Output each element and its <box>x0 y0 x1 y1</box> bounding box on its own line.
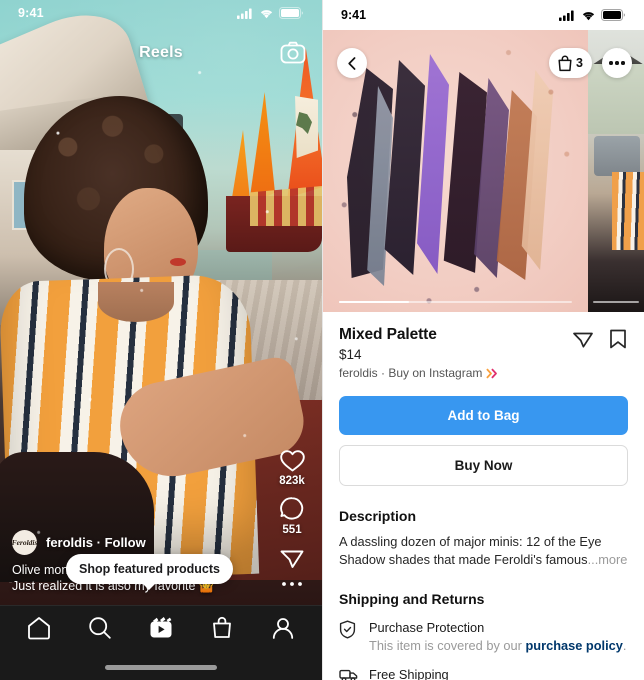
share-product-button[interactable] <box>572 328 594 355</box>
reels-action-rail: 823k 551 <box>270 448 314 594</box>
purchase-policy-link[interactable]: purchase policy <box>525 638 622 653</box>
camera-button[interactable] <box>280 40 306 71</box>
cart-button[interactable]: 3 <box>549 48 592 78</box>
shipping-sub-after: . <box>622 638 627 653</box>
share-icon <box>573 332 593 348</box>
scene-boat-stripes <box>250 186 322 226</box>
double-chevron-icon <box>486 368 498 378</box>
product-gallery[interactable]: 3 <box>323 30 644 312</box>
tab-home[interactable] <box>26 615 52 646</box>
subject-lips <box>170 258 186 266</box>
share-action[interactable] <box>279 545 305 571</box>
product-seller-label: feroldis · Buy on Instagram <box>339 366 483 380</box>
save-product-button[interactable] <box>608 328 628 355</box>
battery-icon <box>279 7 303 19</box>
shipping-list: Purchase Protection This item is covered… <box>339 619 628 680</box>
shipping-item-text: Free Shipping Purchase today and it will… <box>369 666 619 680</box>
cart-count: 3 <box>576 56 583 70</box>
product-header-row: Mixed Palette $14 feroldis · Buy on Inst… <box>339 326 628 380</box>
shipping-item-title: Free Shipping <box>369 667 449 680</box>
reel-username-separator: · <box>96 535 101 550</box>
dual-screen-container: 9:41 Reels 823k 551 Feroldis feroldis · … <box>0 0 644 680</box>
search-icon <box>89 616 111 639</box>
status-icons <box>237 7 304 19</box>
reels-screen: 9:41 Reels 823k 551 Feroldis feroldis · … <box>0 0 322 680</box>
follow-button[interactable]: Follow <box>105 535 146 550</box>
share-icon <box>280 550 304 568</box>
status-bar: 9:41 <box>0 0 322 26</box>
cellular-icon <box>559 10 574 21</box>
wifi-icon <box>260 9 273 18</box>
camera-icon <box>280 41 306 64</box>
pdp-status-time: 9:41 <box>341 8 367 22</box>
description-heading: Description <box>339 508 417 524</box>
page-title: Reels <box>139 44 183 61</box>
comment-icon <box>280 497 304 520</box>
description-more-link[interactable]: ...more <box>588 552 628 567</box>
like-count: 823k <box>279 475 305 487</box>
tab-reels[interactable] <box>148 615 174 646</box>
reel-user-row[interactable]: Feroldis feroldis · Follow <box>12 530 262 555</box>
battery-icon <box>601 9 625 21</box>
shield-check-icon <box>339 619 357 644</box>
status-time: 9:41 <box>18 6 44 20</box>
reels-header: Reels <box>0 38 322 68</box>
subject-collar <box>98 282 174 322</box>
comment-count: 551 <box>282 524 302 536</box>
gallery-progress-bar-next <box>593 300 639 303</box>
like-action[interactable]: 823k <box>279 448 306 487</box>
back-chevron-icon <box>347 56 355 70</box>
product-seller-row[interactable]: feroldis · Buy on Instagram <box>339 366 499 380</box>
pdp-status-bar: 9:41 <box>323 0 644 30</box>
shipping-item-subtitle: This item is covered by our purchase pol… <box>369 637 626 654</box>
buy-now-button[interactable]: Buy Now <box>339 445 628 486</box>
reel-username: feroldis <box>46 535 93 550</box>
heart-icon <box>279 450 305 472</box>
reel-username-follow[interactable]: feroldis · Follow <box>46 535 146 550</box>
shopping-bag-icon <box>558 55 572 71</box>
product-header-text: Mixed Palette $14 feroldis · Buy on Inst… <box>339 326 499 380</box>
description-text: A dassling dozen of major minis: 12 of t… <box>339 534 602 567</box>
pdp-more-button[interactable] <box>602 48 632 78</box>
shop-featured-products-tooltip[interactable]: Shop featured products <box>66 554 233 590</box>
gallery-progress-bar[interactable] <box>339 300 572 303</box>
tab-list <box>0 606 322 654</box>
shipping-item-purchase-protection: Purchase Protection This item is covered… <box>339 619 628 654</box>
shipping-item-text: Purchase Protection This item is covered… <box>369 619 626 654</box>
product-price: $14 <box>339 347 362 362</box>
tab-shop[interactable] <box>209 615 235 646</box>
more-options-icon <box>609 61 625 65</box>
home-icon <box>27 616 50 639</box>
tab-profile[interactable] <box>270 615 296 646</box>
product-detail-screen: 9:41 3 Mixed Palette $14 feroldis · Buy … <box>322 0 644 680</box>
product-title: Mixed Palette <box>339 326 437 343</box>
truck-icon <box>339 666 358 680</box>
description-body: A dassling dozen of major minis: 12 of t… <box>339 533 628 569</box>
shipping-item-title: Purchase Protection <box>369 620 485 635</box>
comment-action[interactable]: 551 <box>279 496 305 536</box>
bottom-tab-bar <box>0 605 322 680</box>
more-options-icon <box>282 582 302 586</box>
shop-icon <box>213 616 232 638</box>
pdp-status-icons <box>559 9 626 21</box>
pdp-content: Mixed Palette $14 feroldis · Buy on Inst… <box>323 312 644 680</box>
tab-search[interactable] <box>87 615 113 646</box>
next-slide-chair <box>594 136 640 176</box>
home-indicator <box>105 665 217 670</box>
cellular-icon <box>237 8 252 19</box>
wifi-icon <box>582 11 595 20</box>
shipping-item-free-shipping: Free Shipping Purchase today and it will… <box>339 666 628 680</box>
next-slide-subject <box>612 172 644 250</box>
bookmark-icon <box>610 329 626 349</box>
reel-more-action[interactable] <box>281 580 303 588</box>
add-to-bag-button[interactable]: Add to Bag <box>339 396 628 435</box>
shipping-sub-before: This item is covered by our <box>369 638 526 653</box>
scene-flag-medium <box>249 92 275 204</box>
back-button[interactable] <box>337 48 367 78</box>
product-action-icons <box>572 326 628 355</box>
shipping-heading: Shipping and Returns <box>339 591 485 607</box>
profile-icon <box>273 617 294 639</box>
reels-icon <box>150 616 172 637</box>
avatar[interactable]: Feroldis <box>12 530 37 555</box>
